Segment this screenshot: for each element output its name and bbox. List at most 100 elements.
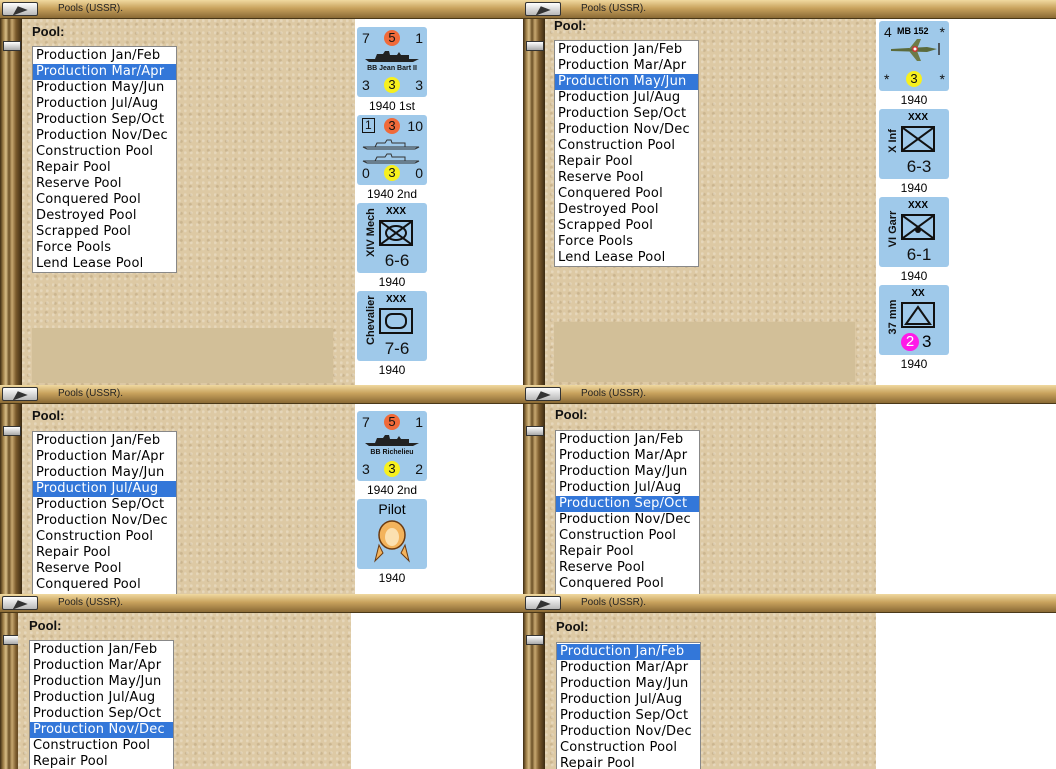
unit-counter-ship[interactable]: 7 5 1 BB Richelieu 3 3 2	[357, 411, 427, 481]
pool-list-item[interactable]: Production Mar/Apr	[33, 449, 176, 465]
pool-listbox[interactable]: Production Jan/Feb Production Mar/Apr Pr…	[554, 40, 699, 267]
pool-list-item[interactable]: Construction Pool	[33, 529, 176, 545]
pool-list-item[interactable]: Repair Pool	[30, 754, 173, 769]
pool-list-item[interactable]: Production May/Jun	[33, 465, 176, 481]
pool-list-item[interactable]: Repair Pool	[555, 154, 698, 170]
pool-list-item[interactable]: Production Jul/Aug	[33, 96, 176, 112]
counter-caption: 1940 2nd	[366, 483, 418, 497]
pool-listbox[interactable]: Production Jan/Feb Production Mar/Apr Pr…	[29, 640, 174, 769]
unit-counter-ship[interactable]: 7 5 1 BB Jean Bart II 3 3 3	[357, 27, 427, 97]
pool-list-item[interactable]: Repair Pool	[557, 756, 700, 769]
pool-listbox[interactable]: Production Jan/Feb Production Mar/Apr Pr…	[32, 46, 177, 273]
pool-list-item[interactable]: Production Jan/Feb	[33, 433, 176, 449]
unit-counter-convoy[interactable]: 1 3 10 0 3 0	[357, 115, 427, 185]
pool-list-item[interactable]: Production May/Jun	[33, 80, 176, 96]
pool-list-item[interactable]: Construction Pool	[30, 738, 173, 754]
pool-window-4: Pools (USSR). Pool: Production Jan/Feb P…	[523, 385, 1056, 594]
pool-list-item[interactable]: Conquered Pool	[33, 192, 176, 208]
pool-list-item[interactable]: Conquered Pool	[555, 186, 698, 202]
unit-counter-infantry[interactable]: X Inf XXX 6-3	[879, 109, 949, 179]
pool-list-item-selected[interactable]: Production Jul/Aug	[33, 481, 176, 497]
pool-list-item[interactable]: Production Nov/Dec	[556, 512, 699, 528]
pool-list-item[interactable]: Production Jul/Aug	[30, 690, 173, 706]
pool-list-item[interactable]: Production Sep/Oct	[33, 112, 176, 128]
pool-list-item[interactable]: Repair Pool	[556, 544, 699, 560]
pool-list-item[interactable]: Conquered Pool	[33, 577, 176, 593]
pool-list-item[interactable]: Production Mar/Apr	[30, 658, 173, 674]
pool-list-item[interactable]: Production Jan/Feb	[556, 432, 699, 448]
pool-list-item[interactable]: Production Jul/Aug	[557, 692, 700, 708]
pool-list-item[interactable]: Repair Pool	[33, 545, 176, 561]
pool-list-item[interactable]: Construction Pool	[555, 138, 698, 154]
window-menu-icon[interactable]	[2, 596, 38, 610]
pool-list-item[interactable]: Production May/Jun	[557, 676, 700, 692]
counter-stat: *	[884, 71, 890, 87]
pool-list-item[interactable]: Reserve Pool	[555, 170, 698, 186]
pool-list-item[interactable]: Production Jan/Feb	[30, 642, 173, 658]
rail-cap-icon	[3, 41, 21, 51]
pool-list-item[interactable]: Construction Pool	[556, 528, 699, 544]
pool-list-item[interactable]: Production Nov/Dec	[555, 122, 698, 138]
pool-list-item[interactable]: Production Mar/Apr	[556, 448, 699, 464]
window-titlebar[interactable]: Pools (USSR).	[0, 0, 523, 19]
pool-listbox[interactable]: Production Jan/Feb Production Mar/Apr Pr…	[556, 642, 701, 769]
pool-list-item-selected[interactable]: Production Nov/Dec	[30, 722, 173, 738]
pool-list-item[interactable]: Production Nov/Dec	[33, 128, 176, 144]
pool-list-item[interactable]: Production Mar/Apr	[555, 58, 698, 74]
unit-counter-plane[interactable]: 4 MB 152 * * 3 *	[879, 21, 949, 91]
pool-list-item[interactable]: Conquered Pool	[556, 576, 699, 592]
window-menu-icon[interactable]	[525, 2, 561, 16]
pool-list-item[interactable]: Scrapped Pool	[33, 224, 176, 240]
counter-caption: 1940	[900, 181, 928, 195]
pool-listbox[interactable]: Production Jan/Feb Production Mar/Apr Pr…	[32, 431, 177, 594]
pool-list-item[interactable]: Production Mar/Apr	[557, 660, 700, 676]
pool-list-item-selected[interactable]: Production May/Jun	[555, 74, 698, 90]
pool-list-item[interactable]: Production Jan/Feb	[33, 48, 176, 64]
pool-list-item-selected[interactable]: Production Jan/Feb	[557, 644, 700, 660]
unit-counter-antiaircraft[interactable]: 37 mm XX 2 3	[879, 285, 949, 355]
window-menu-icon[interactable]	[2, 2, 38, 16]
pool-list-item[interactable]: Production Nov/Dec	[557, 724, 700, 740]
pool-list-item[interactable]: Destroyed Pool	[555, 202, 698, 218]
pool-list-item[interactable]: Production Jul/Aug	[555, 90, 698, 106]
window-titlebar[interactable]: Pools (USSR).	[523, 594, 1056, 613]
pool-list-item[interactable]: Repair Pool	[33, 160, 176, 176]
window-titlebar[interactable]: Pools (USSR).	[0, 385, 523, 404]
pool-list-item[interactable]: Construction Pool	[557, 740, 700, 756]
pool-list-item[interactable]: Reserve Pool	[33, 176, 176, 192]
pool-list-item[interactable]: Production Jul/Aug	[556, 480, 699, 496]
window-menu-icon[interactable]	[525, 387, 561, 401]
unit-counter-garrison[interactable]: VI Garr XXX 6-1	[879, 197, 949, 267]
pool-list-item[interactable]: Force Pools	[555, 234, 698, 250]
pool-list-item-selected[interactable]: Production Mar/Apr	[33, 64, 176, 80]
pool-list-item[interactable]: Lend Lease Pool	[33, 256, 176, 272]
pool-window-3: Pools (USSR). Pool: Production Jan/Feb P…	[0, 385, 523, 594]
pool-list-item[interactable]: Production May/Jun	[556, 464, 699, 480]
pool-list-item[interactable]: Scrapped Pool	[555, 218, 698, 234]
pool-list-item[interactable]: Production May/Jun	[30, 674, 173, 690]
pool-list-item[interactable]: Reserve Pool	[33, 561, 176, 577]
counter-caption: 1940	[900, 93, 928, 107]
pool-list-item[interactable]: Production Sep/Oct	[33, 497, 176, 513]
unit-counter-armor[interactable]: Chevalier XXX 7-6	[357, 291, 427, 361]
unit-counter-pilot[interactable]: Pilot	[357, 499, 427, 569]
pool-list-item[interactable]: Destroyed Pool	[33, 208, 176, 224]
window-titlebar[interactable]: Pools (USSR).	[523, 385, 1056, 404]
window-menu-icon[interactable]	[2, 387, 38, 401]
window-titlebar[interactable]: Pools (USSR).	[523, 0, 1056, 19]
window-titlebar[interactable]: Pools (USSR).	[0, 594, 523, 613]
pool-list-item[interactable]: Force Pools	[33, 240, 176, 256]
pool-list-item-selected[interactable]: Production Sep/Oct	[556, 496, 699, 512]
window-menu-icon[interactable]	[525, 596, 561, 610]
pool-listbox[interactable]: Production Jan/Feb Production Mar/Apr Pr…	[555, 430, 700, 594]
pool-list-item[interactable]: Lend Lease Pool	[555, 250, 698, 266]
pool-list-item[interactable]: Construction Pool	[33, 144, 176, 160]
pool-list-item[interactable]: Reserve Pool	[556, 560, 699, 576]
counter-badge: 3	[384, 77, 400, 93]
pool-list-item[interactable]: Production Jan/Feb	[555, 42, 698, 58]
unit-counter-mech[interactable]: XIV Mech XXX 6-6	[357, 203, 427, 273]
pool-list-item[interactable]: Production Sep/Oct	[30, 706, 173, 722]
pool-list-item[interactable]: Production Sep/Oct	[557, 708, 700, 724]
pool-list-item[interactable]: Production Nov/Dec	[33, 513, 176, 529]
pool-list-item[interactable]: Production Sep/Oct	[555, 106, 698, 122]
